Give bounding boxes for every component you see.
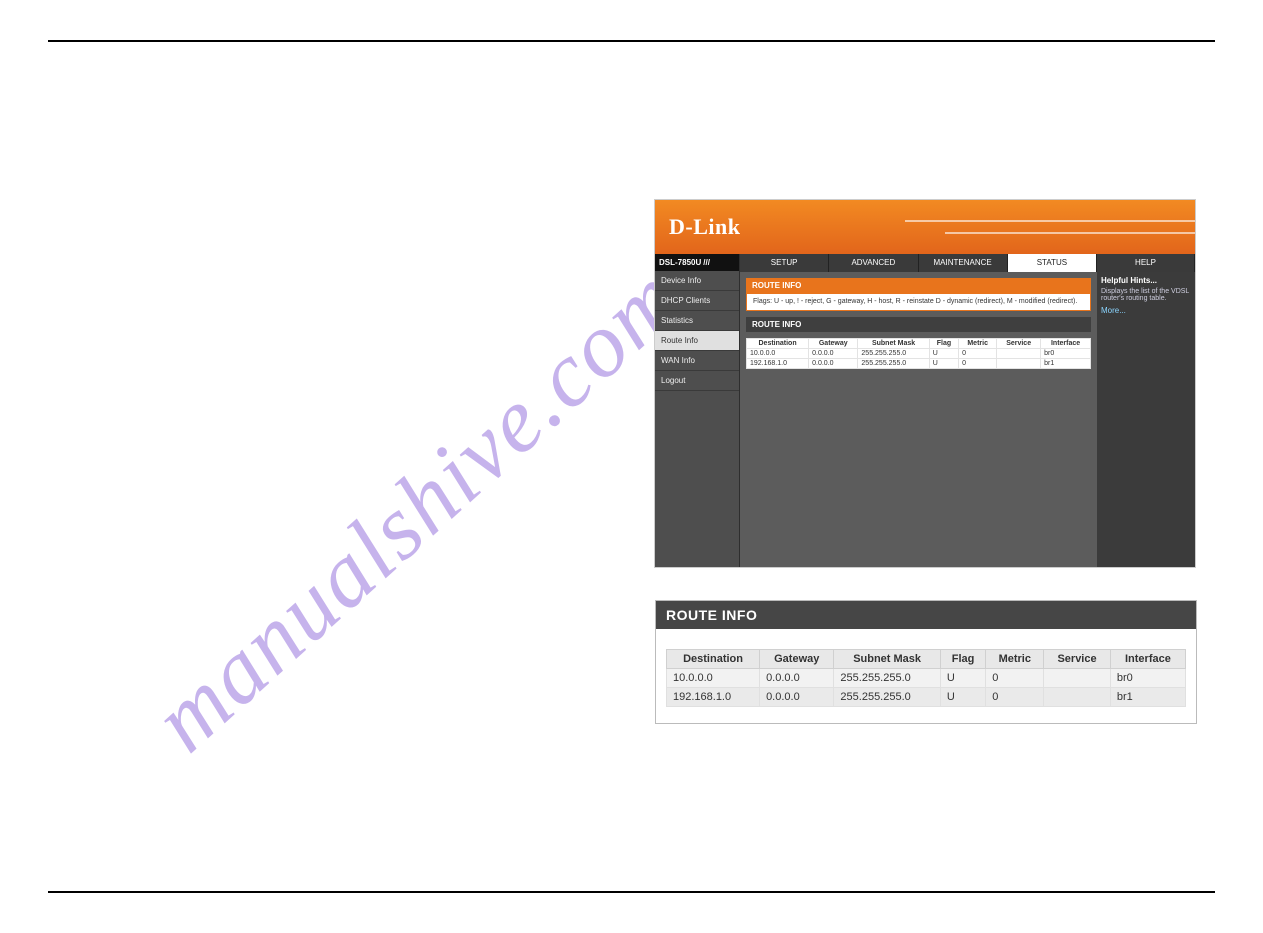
mini-th-destination: Destination [747, 339, 809, 349]
cell-interface: br0 [1110, 669, 1185, 688]
route-info-table: Destination Gateway Subnet Mask Flag Met… [666, 649, 1186, 707]
mini-th-service: Service [997, 339, 1041, 349]
mini-cell: br0 [1041, 349, 1091, 359]
watermark-text: manualshive.com [132, 244, 702, 772]
route-info-detail-panel: ROUTE INFO Destination Gateway Subnet Ma… [655, 600, 1197, 724]
router-top-tabs: SETUP ADVANCED MAINTENANCE STATUS [740, 254, 1097, 272]
help-column: HELP Helpful Hints... Displays the list … [1097, 254, 1195, 567]
cell-interface: br1 [1110, 688, 1185, 707]
th-flag: Flag [940, 650, 985, 669]
sidebar-item-route-info[interactable]: Route Info [655, 331, 739, 351]
cell-destination: 10.0.0.0 [667, 669, 760, 688]
mini-cell: 255.255.255.0 [858, 359, 929, 369]
cell-gateway: 0.0.0.0 [760, 669, 834, 688]
cell-service [1044, 669, 1111, 688]
brand-logo: D-Link [669, 214, 740, 240]
cell-flag: U [940, 688, 985, 707]
help-title: Helpful Hints... [1101, 276, 1191, 285]
table-row: 10.0.0.0 0.0.0.0 255.255.255.0 U 0 br0 [667, 669, 1186, 688]
header-stripes-decoration [905, 200, 1195, 254]
flags-legend: Flags: U - up, ! - reject, G - gateway, … [746, 293, 1091, 311]
mini-cell: 0 [959, 359, 997, 369]
router-admin-screenshot: D-Link DSL-7850U/// Device Info DHCP Cli… [655, 200, 1195, 567]
mini-cell: 0.0.0.0 [809, 349, 858, 359]
cell-destination: 192.168.1.0 [667, 688, 760, 707]
sidebar-item-device-info[interactable]: Device Info [655, 271, 739, 291]
mini-cell: 192.168.1.0 [747, 359, 809, 369]
mini-cell: U [929, 359, 958, 369]
tab-advanced[interactable]: ADVANCED [829, 254, 918, 272]
mini-cell: 0 [959, 349, 997, 359]
th-destination: Destination [667, 650, 760, 669]
sidebar-item-wan-info[interactable]: WAN Info [655, 351, 739, 371]
mini-cell: 10.0.0.0 [747, 349, 809, 359]
th-interface: Interface [1110, 650, 1185, 669]
mini-row: 10.0.0.0 0.0.0.0 255.255.255.0 U 0 br0 [747, 349, 1091, 359]
mini-th-interface: Interface [1041, 339, 1091, 349]
mini-cell [997, 349, 1041, 359]
cell-subnet-mask: 255.255.255.0 [834, 669, 940, 688]
detail-title-bar: ROUTE INFO [656, 601, 1196, 629]
th-subnet-mask: Subnet Mask [834, 650, 940, 669]
cell-metric: 0 [986, 669, 1044, 688]
mini-route-table: Destination Gateway Subnet Mask Flag Met… [746, 338, 1091, 369]
page-top-rule [48, 40, 1215, 42]
mini-cell: 0.0.0.0 [809, 359, 858, 369]
tab-maintenance[interactable]: MAINTENANCE [919, 254, 1008, 272]
help-body: Displays the list of the VDSL router's r… [1101, 288, 1191, 302]
cell-gateway: 0.0.0.0 [760, 688, 834, 707]
sidebar-item-dhcp-clients[interactable]: DHCP Clients [655, 291, 739, 311]
cell-metric: 0 [986, 688, 1044, 707]
router-sidebar: DSL-7850U/// Device Info DHCP Clients St… [655, 254, 740, 567]
cell-subnet-mask: 255.255.255.0 [834, 688, 940, 707]
tab-status[interactable]: STATUS [1008, 254, 1097, 272]
mini-row: 192.168.1.0 0.0.0.0 255.255.255.0 U 0 br… [747, 359, 1091, 369]
mini-th-metric: Metric [959, 339, 997, 349]
mini-cell: 255.255.255.0 [858, 349, 929, 359]
mini-cell: br1 [1041, 359, 1091, 369]
th-metric: Metric [986, 650, 1044, 669]
sidebar-item-logout[interactable]: Logout [655, 371, 739, 391]
help-more-link[interactable]: More... [1101, 306, 1126, 315]
mini-th-gateway: Gateway [809, 339, 858, 349]
cell-service [1044, 688, 1111, 707]
mini-th-flag: Flag [929, 339, 958, 349]
router-header: D-Link [655, 200, 1195, 254]
slashes-icon: /// [703, 258, 710, 267]
table-row: 192.168.1.0 0.0.0.0 255.255.255.0 U 0 br… [667, 688, 1186, 707]
model-text: DSL-7850U [659, 258, 701, 267]
panel-title: ROUTE INFO [746, 278, 1091, 293]
panel-subtitle: ROUTE INFO [746, 317, 1091, 332]
mini-th-subnet: Subnet Mask [858, 339, 929, 349]
mini-cell [997, 359, 1041, 369]
tab-help[interactable]: HELP [1097, 254, 1195, 272]
mini-cell: U [929, 349, 958, 359]
model-label: DSL-7850U/// [655, 254, 739, 271]
tab-setup[interactable]: SETUP [740, 254, 829, 272]
th-gateway: Gateway [760, 650, 834, 669]
th-service: Service [1044, 650, 1111, 669]
sidebar-item-statistics[interactable]: Statistics [655, 311, 739, 331]
cell-flag: U [940, 669, 985, 688]
